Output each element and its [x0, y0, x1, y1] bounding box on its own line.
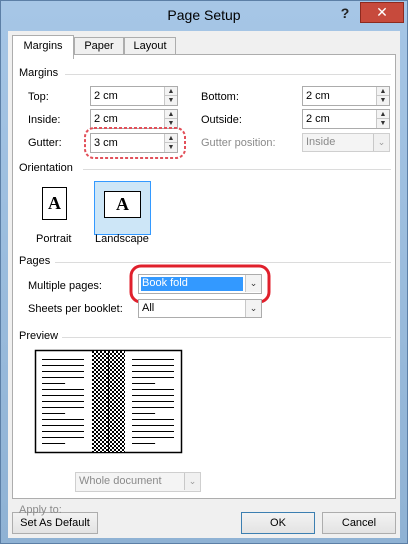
- spin-down-icon[interactable]: ▼: [164, 96, 177, 105]
- gutter-position-value: Inside: [306, 136, 336, 148]
- booklet-preview: [34, 349, 183, 454]
- margins-divider: [65, 74, 391, 75]
- gutter-label: Gutter:: [28, 137, 62, 149]
- outside-margin-spinner[interactable]: 2 cm ▲ ▼: [302, 109, 390, 129]
- gutter-position-select[interactable]: Inside ⌄: [302, 133, 390, 152]
- inside-margin-value[interactable]: 2 cm: [94, 113, 118, 125]
- page-setup-dialog: Page Setup ? ✕ Margins Paper Layout Marg…: [0, 0, 408, 544]
- spin-down-icon[interactable]: ▼: [376, 119, 389, 128]
- gutter-position-label: Gutter position:: [201, 137, 276, 149]
- apply-to-select[interactable]: Whole document ⌄: [75, 472, 201, 492]
- close-button[interactable]: ✕: [360, 2, 404, 23]
- spin-up-icon[interactable]: ▲: [376, 87, 389, 96]
- pages-section-title: Pages: [19, 255, 51, 267]
- chevron-down-icon[interactable]: ⌄: [184, 473, 200, 490]
- pages-divider: [55, 262, 391, 263]
- bottom-margin-spinner[interactable]: 2 cm ▲ ▼: [302, 86, 390, 106]
- tab-paper-label: Paper: [84, 40, 114, 52]
- landscape-button[interactable]: A: [94, 181, 151, 235]
- apply-to-label: Apply to:: [19, 504, 62, 516]
- margins-tab-panel: Margins Top: 2 cm ▲ ▼ Bottom: 2 cm ▲ ▼ I…: [12, 54, 396, 516]
- help-button[interactable]: ?: [337, 5, 353, 23]
- chevron-down-icon[interactable]: ⌄: [373, 134, 389, 151]
- spin-up-icon[interactable]: ▲: [164, 87, 177, 96]
- landscape-label[interactable]: Landscape: [95, 233, 149, 245]
- top-margin-value[interactable]: 2 cm: [94, 90, 118, 102]
- portrait-button[interactable]: A: [26, 181, 83, 235]
- cancel-button[interactable]: Cancel: [322, 512, 396, 534]
- top-margin-label: Top:: [28, 91, 49, 103]
- ok-button[interactable]: OK: [241, 512, 315, 534]
- preview-section-title: Preview: [19, 330, 59, 342]
- outside-margin-value[interactable]: 2 cm: [306, 113, 330, 125]
- dialog-body: Margins Paper Layout Margins Top: 2 cm ▲…: [8, 31, 400, 538]
- bottom-margin-value[interactable]: 2 cm: [306, 90, 330, 102]
- gutter-highlight-ring: [84, 127, 186, 159]
- spin-up-icon[interactable]: ▲: [164, 110, 177, 119]
- sheets-per-booklet-select[interactable]: All ⌄: [138, 299, 262, 318]
- tab-margins-label: Margins: [23, 40, 63, 52]
- bottom-margin-label: Bottom:: [201, 91, 239, 103]
- tab-margins[interactable]: Margins: [12, 35, 74, 59]
- sheets-per-booklet-value: All: [142, 302, 155, 314]
- multiple-pages-value: Book fold: [142, 277, 188, 289]
- chevron-down-icon[interactable]: ⌄: [245, 300, 261, 317]
- outside-margin-label: Outside:: [201, 114, 242, 126]
- margins-section-title: Margins: [19, 67, 59, 79]
- multiple-pages-label: Multiple pages:: [28, 280, 102, 292]
- tab-layout[interactable]: Layout: [124, 37, 176, 55]
- title-bar[interactable]: Page Setup ? ✕: [1, 1, 407, 31]
- sheets-per-booklet-label: Sheets per booklet:: [28, 303, 123, 315]
- preview-divider: [62, 337, 391, 338]
- tab-layout-label: Layout: [133, 40, 167, 52]
- inside-margin-label: Inside:: [28, 114, 61, 126]
- apply-to-value: Whole document: [79, 475, 162, 487]
- portrait-label[interactable]: Portrait: [36, 233, 71, 245]
- orientation-section-title: Orientation: [19, 162, 73, 174]
- orientation-divider: [83, 169, 391, 170]
- tab-paper[interactable]: Paper: [74, 37, 124, 55]
- spin-down-icon[interactable]: ▼: [376, 96, 389, 105]
- spin-up-icon[interactable]: ▲: [376, 110, 389, 119]
- landscape-page-icon: A: [104, 191, 141, 218]
- portrait-page-icon: A: [42, 187, 67, 220]
- top-margin-spinner[interactable]: 2 cm ▲ ▼: [90, 86, 178, 106]
